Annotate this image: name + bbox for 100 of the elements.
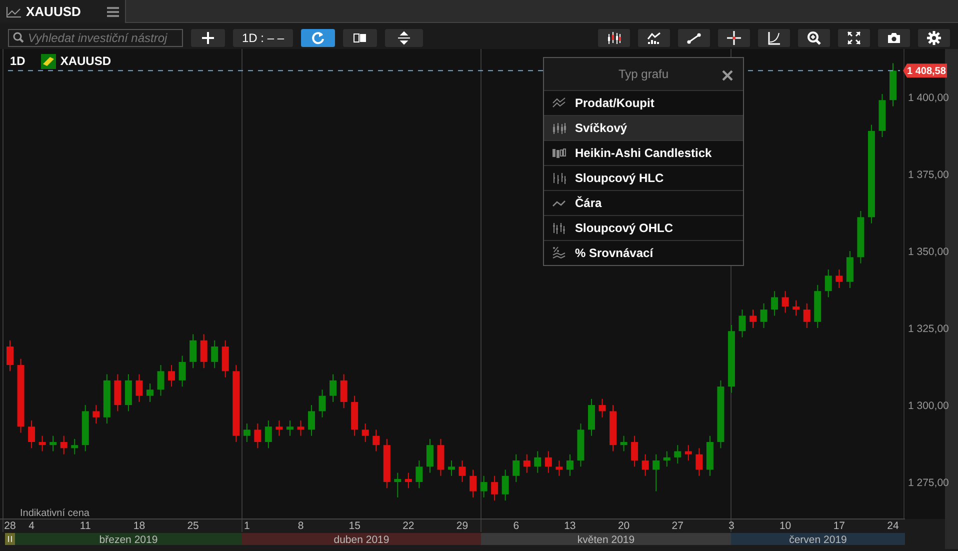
fullscreen-icon [847, 30, 861, 44]
zoom-in-icon [807, 30, 821, 44]
candle [351, 395, 358, 436]
ingot-icon [41, 54, 56, 68]
timeframe-button[interactable]: 1D : – – [233, 28, 293, 46]
date-axis-label: 27 [672, 520, 684, 532]
double-line-icon [552, 96, 567, 110]
date-axis-label: 15 [348, 520, 360, 532]
candle [566, 454, 574, 476]
candle [146, 382, 154, 402]
search-field[interactable]: Vyhledat investiční nástroj [8, 28, 183, 46]
candle [136, 374, 143, 402]
split-button[interactable] [385, 28, 423, 46]
layout-button[interactable] [343, 28, 377, 46]
candle [556, 460, 563, 476]
candlestick-icon [552, 146, 567, 160]
candle [264, 420, 272, 449]
date-axis-label: 4 [28, 520, 34, 532]
date-axis-label: 18 [133, 520, 146, 532]
candle [760, 302, 768, 329]
date-axis-label: 29 [456, 520, 468, 532]
candles-icon [607, 30, 621, 44]
candle [717, 380, 724, 449]
settings-button[interactable] [918, 28, 950, 46]
split-icon [397, 30, 411, 44]
crosshair-button[interactable] [718, 28, 750, 46]
curve-button[interactable] [758, 28, 790, 46]
bar-chart-icon [552, 221, 567, 235]
candle [448, 460, 455, 476]
candle [394, 472, 402, 498]
gear-icon [927, 30, 941, 44]
month-band: květen 2019 [481, 533, 731, 546]
candle [674, 444, 682, 464]
chart-type-option[interactable]: Prodat/Koupit [544, 90, 743, 115]
candle [286, 420, 294, 436]
candle [82, 404, 89, 452]
date-axis-label: 28 [4, 520, 16, 532]
candle [771, 290, 778, 316]
candle [103, 374, 110, 424]
candle [114, 374, 122, 412]
curve-icon [767, 30, 781, 44]
search-icon [13, 32, 24, 43]
chart-type-option[interactable]: Svíčkový [544, 115, 743, 140]
candlestick-icon [552, 121, 567, 135]
candle [383, 438, 390, 489]
menu-icon[interactable] [107, 6, 119, 16]
candle [124, 374, 132, 412]
fullscreen-button[interactable] [838, 28, 870, 46]
refresh-button[interactable] [301, 28, 335, 46]
percent-lines-icon [552, 246, 567, 260]
camera-icon [887, 30, 901, 44]
candle [890, 62, 896, 107]
plus-button[interactable] [191, 28, 225, 46]
tab-title: XAUUSD [26, 2, 81, 21]
pause-icon[interactable] [5, 533, 15, 545]
line-button[interactable] [678, 28, 710, 46]
candle [878, 93, 886, 138]
candle [372, 429, 380, 452]
date-axis-label: 10 [779, 520, 792, 532]
candle [178, 355, 186, 388]
symbol-label: XAUUSD [60, 53, 112, 70]
candle [857, 210, 864, 264]
candle [491, 475, 498, 502]
candle [340, 374, 348, 409]
date-axis-label: 24 [887, 520, 899, 532]
chart-type-option[interactable]: Sloupcový OHLC [544, 215, 743, 240]
indicative-price-note: Indikativní cena [20, 508, 90, 519]
zoom-button[interactable] [798, 28, 830, 46]
trend-line-icon [687, 30, 701, 44]
date-axis-label: 22 [402, 520, 414, 532]
layout-icon [353, 30, 367, 44]
candle [534, 450, 542, 474]
date-axis-label: 17 [833, 520, 845, 532]
chart-type-option[interactable]: % Srovnávací [544, 240, 743, 265]
candle [276, 420, 283, 436]
candles-button[interactable] [598, 28, 630, 46]
price-axis-label: 1 350,00 [908, 246, 949, 258]
month-band: duben 2019 [242, 533, 481, 546]
plus-icon [201, 30, 215, 44]
chart-type-option[interactable]: Čára [544, 190, 743, 215]
chart-type-option[interactable]: Heikin-Ashi Candlestick [544, 140, 743, 165]
candle [6, 340, 14, 372]
candle [706, 435, 714, 476]
date-axis-label: 8 [298, 520, 304, 532]
candle [523, 454, 530, 474]
crosshair-icon [727, 30, 741, 44]
chart-type-option[interactable]: Sloupcový HLC [544, 165, 743, 190]
candle [750, 309, 756, 329]
price-axis-label: 1 400,00 [908, 92, 949, 104]
candle [512, 454, 520, 483]
timeframe-label: 1D [10, 53, 26, 70]
candle [308, 404, 315, 436]
candle [577, 423, 584, 468]
chart-tab[interactable]: XAUUSD [0, 0, 126, 23]
indicators-button[interactable] [638, 28, 670, 46]
camera-button[interactable] [878, 28, 910, 46]
candle [437, 438, 444, 476]
price-axis-label: 1 300,00 [908, 400, 949, 412]
candle [480, 475, 488, 498]
candle [190, 334, 197, 369]
